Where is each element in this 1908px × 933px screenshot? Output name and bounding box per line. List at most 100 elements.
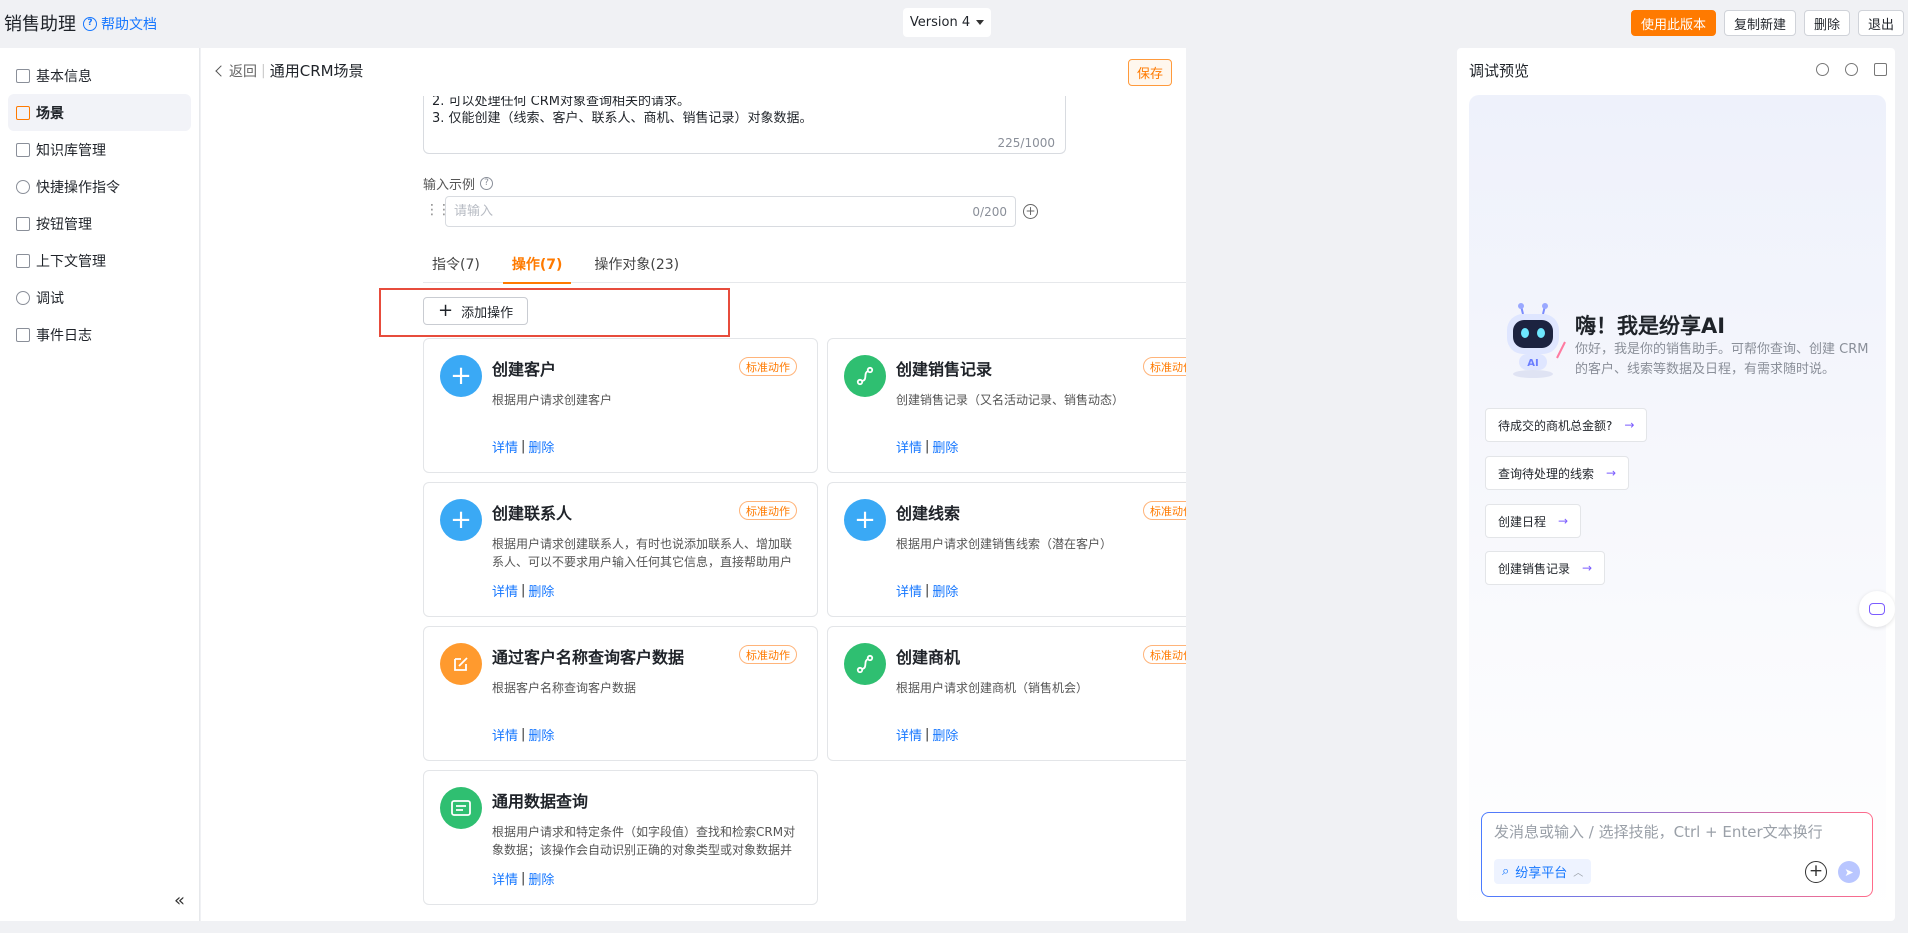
delete-link[interactable]: 删除 <box>528 581 554 600</box>
use-version-button[interactable]: 使用此版本 <box>1630 10 1716 36</box>
sidebar-item-debug[interactable]: 调试 <box>8 279 191 316</box>
detail-link[interactable]: 详情 <box>492 437 518 456</box>
delete-link[interactable]: 删除 <box>932 437 958 456</box>
debug-preview-panel: 调试预览 AI 嗨！我是纷享AI 你好，我是你的销售助手。可帮你查询、创建 CR… <box>1457 48 1895 921</box>
caret-down-icon <box>976 20 985 25</box>
suggestion-chip[interactable]: 创建日程 → <box>1485 504 1582 538</box>
operation-card: + 创建客户 标准动作 根据用户请求创建客户 详情 | 删除 <box>423 338 818 473</box>
robot-avatar-icon: AI <box>1497 300 1569 380</box>
exit-button[interactable]: 退出 <box>1857 10 1904 36</box>
standard-action-badge: 标准动作 <box>1143 645 1186 664</box>
chat-input[interactable] <box>1494 823 1854 841</box>
delete-link[interactable]: 删除 <box>528 869 554 888</box>
chat-area: AI 嗨！我是纷享AI 你好，我是你的销售助手。可帮你查询、创建 CRM 的客户… <box>1469 95 1886 917</box>
tab-bar: 指令(7) 操作(7) 操作对象(23) <box>423 245 1186 284</box>
question-icon[interactable]: ? <box>480 177 494 190</box>
plus-icon: + <box>438 300 454 321</box>
detail-link[interactable]: 详情 <box>492 725 518 744</box>
copy-new-button[interactable]: 复制新建 <box>1723 10 1796 36</box>
assistant-float-icon[interactable] <box>1859 591 1895 627</box>
card-title: 创建商机 <box>896 648 961 667</box>
suggestion-chip[interactable]: 查询待处理的线索 → <box>1485 456 1630 490</box>
sidebar-item-event-log[interactable]: 事件日志 <box>8 316 191 353</box>
card-title: 创建销售记录 <box>896 360 993 379</box>
sidebar-item-quick-commands[interactable]: 快捷操作指令 <box>8 168 191 205</box>
add-attachment-icon[interactable]: + <box>1805 861 1827 883</box>
detail-link[interactable]: 详情 <box>492 869 518 888</box>
refresh-icon[interactable] <box>1845 63 1858 76</box>
operation-card: 通用数据查询 根据用户请求和特定条件（如字段值）查找和检索CRM对象数据；该操作… <box>423 770 818 905</box>
tab-operations[interactable]: 操作(7) <box>502 245 572 284</box>
platform-label: 纷享平台 <box>1515 866 1568 881</box>
tab-instructions[interactable]: 指令(7) <box>423 245 489 283</box>
add-example-icon[interactable]: + <box>1023 204 1038 219</box>
card-description: 根据用户请求创建销售线索（潜在客户） <box>896 537 1113 551</box>
help-docs-label: 帮助文档 <box>101 17 157 33</box>
sidebar-item-context-management[interactable]: 上下文管理 <box>8 242 191 279</box>
detail-link[interactable]: 详情 <box>896 437 922 456</box>
version-value: Version 4 <box>909 15 971 30</box>
detail-link[interactable]: 详情 <box>492 581 518 600</box>
sidebar-item-label: 按钮管理 <box>36 216 92 233</box>
example-input[interactable] <box>454 204 973 219</box>
add-operation-button[interactable]: + 添加操作 <box>423 297 529 325</box>
example-char-count: 0/200 <box>972 204 1007 219</box>
sidebar-item-button-management[interactable]: 按钮管理 <box>8 205 191 242</box>
detail-link[interactable]: 详情 <box>896 581 922 600</box>
edit-icon <box>440 643 482 685</box>
suggestion-chip[interactable]: 待成交的商机总金额? → <box>1485 408 1648 442</box>
target-icon <box>16 290 30 305</box>
help-docs-link[interactable]: ? 帮助文档 <box>83 14 157 34</box>
detail-link[interactable]: 详情 <box>896 725 922 744</box>
save-button[interactable]: 保存 <box>1127 59 1172 86</box>
standard-action-badge: 标准动作 <box>739 357 797 376</box>
sliders-icon[interactable] <box>1874 63 1887 76</box>
sidebar-item-label: 场景 <box>36 105 64 122</box>
card-icon <box>16 68 30 83</box>
operation-card: + 创建线索 标准动作 根据用户请求创建销售线索（潜在客户） 详情|删除 <box>827 482 1186 617</box>
add-operation-label: 添加操作 <box>461 305 514 321</box>
card-links: 详情 | 删除 <box>896 581 959 600</box>
sidebar-item-scene[interactable]: 场景 <box>8 94 191 131</box>
chevron-up-icon: ︿ <box>1573 868 1584 879</box>
delete-link[interactable]: 删除 <box>528 725 554 744</box>
settings-icon[interactable] <box>1816 63 1829 76</box>
delete-button[interactable]: 删除 <box>1803 10 1850 36</box>
tree-icon <box>16 105 30 120</box>
collapse-sidebar-icon[interactable]: « <box>174 890 185 911</box>
platform-selector[interactable]: ⌕ 纷享平台 ︿ <box>1494 859 1592 884</box>
card-links: 详情 | 删除 <box>896 725 959 744</box>
description-textarea[interactable]: 2. 可以处理任何 CRM对象查询相关的请求。 3. 仅能创建（线索、客户、联系… <box>423 96 1066 154</box>
plus-icon: + <box>844 499 886 541</box>
top-bar: 销售助理 ? 帮助文档 Version 4 使用此版本 复制新建 删除 退出 <box>0 0 1908 46</box>
card-title: 创建客户 <box>492 360 557 379</box>
arrow-right-icon: → <box>1582 561 1593 575</box>
sidebar-item-basic-info[interactable]: 基本信息 <box>8 57 191 94</box>
puzzle-icon <box>16 216 30 231</box>
plus-icon: + <box>440 355 482 397</box>
version-select[interactable]: Version 4 <box>903 8 991 37</box>
back-link[interactable]: 返回 <box>215 61 257 81</box>
sidebar: 基本信息 场景 知识库管理 快捷操作指令 按钮管理 上下文管理 调试 事件日志 … <box>0 48 200 921</box>
standard-action-badge: 标准动作 <box>1143 501 1186 520</box>
card-links: 详情 | 删除 <box>492 437 555 456</box>
card-title: 通过客户名称查询客户数据 <box>492 648 685 667</box>
sidebar-item-knowledge-base[interactable]: 知识库管理 <box>8 131 191 168</box>
preview-toolbar <box>1816 63 1887 76</box>
operation-card: 创建商机 标准动作 根据用户请求创建商机（销售机会） 详情|删除 <box>827 626 1186 761</box>
tab-operation-objects[interactable]: 操作对象(23) <box>585 245 688 283</box>
chart-line-icon <box>16 253 30 268</box>
delete-link[interactable]: 删除 <box>932 581 958 600</box>
greeting-title: 嗨！我是纷享AI <box>1575 314 1726 338</box>
operation-card: 创建销售记录 标准动作 创建销售记录（又名活动记录、销售动态） 详情|删除 <box>827 338 1186 473</box>
card-description: 根据客户名称查询客户数据 <box>492 681 637 695</box>
card-links: 详情 | 删除 <box>896 437 959 456</box>
example-input-field[interactable]: 0/200 <box>445 196 1016 227</box>
delete-link[interactable]: 删除 <box>932 725 958 744</box>
send-icon[interactable]: ➤ <box>1838 861 1860 883</box>
card-description: 根据用户请求创建联系人，有时也说添加联系人、增加联系人、可以不要求用户输入任何其… <box>492 537 793 569</box>
description-line: 3. 仅能创建（线索、客户、联系人、商机、销售记录）对象数据。 <box>432 111 813 126</box>
delete-link[interactable]: 删除 <box>528 437 554 456</box>
suggestion-chip[interactable]: 创建销售记录 → <box>1485 551 1606 585</box>
chevron-left-icon <box>215 64 227 77</box>
